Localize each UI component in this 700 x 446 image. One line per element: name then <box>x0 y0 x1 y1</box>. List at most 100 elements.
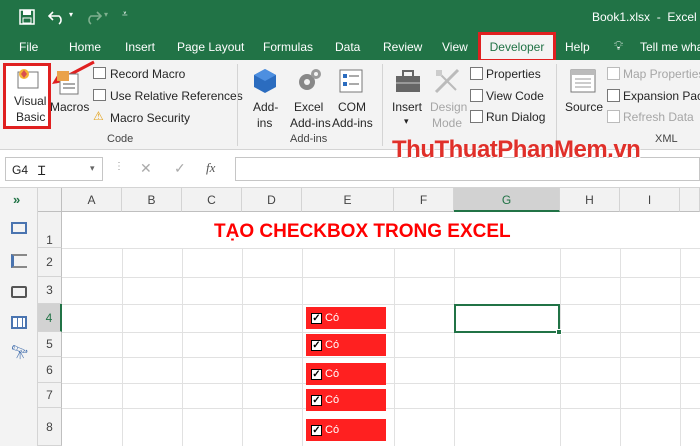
row-header[interactable]: 5 <box>38 332 62 357</box>
tab-view[interactable]: View <box>442 34 468 60</box>
column-header[interactable]: A <box>62 188 122 212</box>
tab-review[interactable]: Review <box>383 34 422 60</box>
insert-controls-button[interactable]: Insert ▾ <box>390 68 426 130</box>
expansion-packs-button[interactable]: Expansion Pack <box>623 89 700 103</box>
row-header[interactable]: 8 <box>38 408 62 446</box>
watermark: ThuThuatPhanMem.vn <box>392 136 641 163</box>
list-icon[interactable] <box>11 254 27 268</box>
row-header[interactable]: 1 <box>38 212 62 248</box>
column-header[interactable]: B <box>122 188 182 212</box>
column-header[interactable] <box>680 188 700 212</box>
checkbox-control[interactable]: ✓ Có <box>306 363 386 385</box>
name-box[interactable]: G4 Ɪ ▾ <box>5 157 103 181</box>
row-header[interactable]: 2 <box>38 248 62 277</box>
tab-page-layout[interactable]: Page Layout <box>177 34 244 60</box>
refresh-data-button: Refresh Data <box>623 110 694 124</box>
undo-icon[interactable] <box>48 9 66 25</box>
column-header-selected[interactable]: G <box>454 188 560 212</box>
source-button[interactable]: Source <box>563 68 603 124</box>
excel-addins-button[interactable]: Excel Add-ins <box>290 68 331 130</box>
checkbox-checked-icon: ✓ <box>311 394 322 406</box>
select-all-corner[interactable] <box>38 188 62 212</box>
customize-qat-icon[interactable]: ⩡ <box>122 9 128 20</box>
properties-button[interactable]: Properties <box>486 67 541 81</box>
insert-function-button[interactable]: fx <box>206 160 215 176</box>
design-mode-icon <box>434 68 460 94</box>
cancel-icon: ✕ <box>140 160 152 176</box>
save-icon[interactable] <box>19 9 35 25</box>
window-title: Book1.xlsx - Excel <box>592 10 697 24</box>
chevron-down-icon[interactable]: ▾ <box>90 163 95 174</box>
row-header[interactable]: 7 <box>38 383 62 408</box>
properties-icon <box>470 67 483 80</box>
tab-insert[interactable]: Insert <box>125 34 155 60</box>
relative-references-button[interactable]: Use Relative References <box>110 89 243 103</box>
stack-icon[interactable] <box>11 286 27 298</box>
checkbox-checked-icon: ✓ <box>311 312 322 324</box>
column-header[interactable]: C <box>182 188 242 212</box>
checkbox-control[interactable]: ✓ Có <box>306 419 386 441</box>
redo-dropdown-icon: ▾ <box>104 10 109 19</box>
selected-cell[interactable] <box>454 304 560 333</box>
row-header[interactable]: 6 <box>38 357 62 383</box>
drag-handle-icon[interactable]: ⋮ <box>114 161 124 172</box>
checkbox-checked-icon: ✓ <box>311 368 322 380</box>
macros-button[interactable]: Macros <box>50 68 89 124</box>
worksheet: » 🔭︎ A B C D E F G H I 1 2 3 4 5 6 7 8 T… <box>0 188 700 446</box>
view-code-button[interactable]: View Code <box>486 89 544 103</box>
checkbox-control[interactable]: ✓ Có <box>306 389 386 411</box>
map-properties-icon <box>607 67 620 80</box>
design-mode-button: Design Mode <box>428 68 468 130</box>
column-header[interactable]: E <box>302 188 394 212</box>
relative-references-icon <box>93 89 106 101</box>
name-box-value: G4 <box>12 163 29 177</box>
table-icon[interactable] <box>11 316 27 329</box>
group-separator <box>556 64 557 146</box>
com-addins-button[interactable]: COM Add-ins <box>332 68 374 130</box>
refresh-data-icon <box>607 110 620 123</box>
visual-basic-button[interactable]: Visual Basic <box>3 63 51 129</box>
text-cursor-icon: Ɪ <box>38 163 46 178</box>
row-header-selected[interactable]: 4 <box>38 304 62 332</box>
record-macro-button[interactable]: Record Macro <box>110 67 185 81</box>
addins-button[interactable]: Add- ins <box>248 68 282 130</box>
com-addins-icon <box>339 69 363 93</box>
group-label-code: Code <box>107 133 134 145</box>
column-header[interactable]: D <box>242 188 302 212</box>
column-header[interactable]: H <box>560 188 620 212</box>
column-header[interactable]: I <box>620 188 680 212</box>
title-bar: ▾ ▾ ⩡ Book1.xlsx - Excel <box>0 0 700 34</box>
row-header[interactable]: 3 <box>38 277 62 304</box>
fill-handle[interactable] <box>556 329 562 335</box>
run-dialog-icon <box>470 110 483 123</box>
group-label-xml: XML <box>655 133 678 145</box>
tab-file[interactable]: File <box>19 34 38 60</box>
tell-me-search[interactable]: Tell me wha <box>640 34 700 60</box>
checkbox-checked-icon: ✓ <box>311 424 322 436</box>
view-code-icon <box>470 89 483 102</box>
redo-icon <box>88 11 102 25</box>
macro-security-button[interactable]: Macro Security <box>110 111 190 125</box>
form-icon[interactable] <box>11 222 27 234</box>
visual-basic-icon <box>17 69 39 89</box>
group-separator <box>382 64 383 146</box>
group-label-addins: Add-ins <box>290 133 328 145</box>
tab-developer[interactable]: Developer <box>478 32 556 62</box>
expand-icon[interactable]: » <box>13 192 20 207</box>
sheet-title: TẠO CHECKBOX TRONG EXCEL <box>214 221 511 242</box>
checkbox-control[interactable]: ✓ Có <box>306 307 386 329</box>
gear-icon <box>299 69 321 90</box>
undo-dropdown-icon[interactable]: ▾ <box>69 10 73 19</box>
column-header[interactable]: F <box>394 188 454 212</box>
tab-home[interactable]: Home <box>69 34 101 60</box>
map-properties-button: Map Properties <box>623 67 700 81</box>
tab-data[interactable]: Data <box>335 34 360 60</box>
toolbox-icon <box>396 70 420 92</box>
source-icon <box>570 69 596 93</box>
run-dialog-button[interactable]: Run Dialog <box>486 110 545 124</box>
checkbox-control[interactable]: ✓ Có <box>306 334 386 356</box>
tab-help[interactable]: Help <box>565 34 590 60</box>
tab-formulas[interactable]: Formulas <box>263 34 313 60</box>
binoculars-icon[interactable]: 🔭︎ <box>11 344 29 361</box>
macros-icon <box>57 71 79 95</box>
